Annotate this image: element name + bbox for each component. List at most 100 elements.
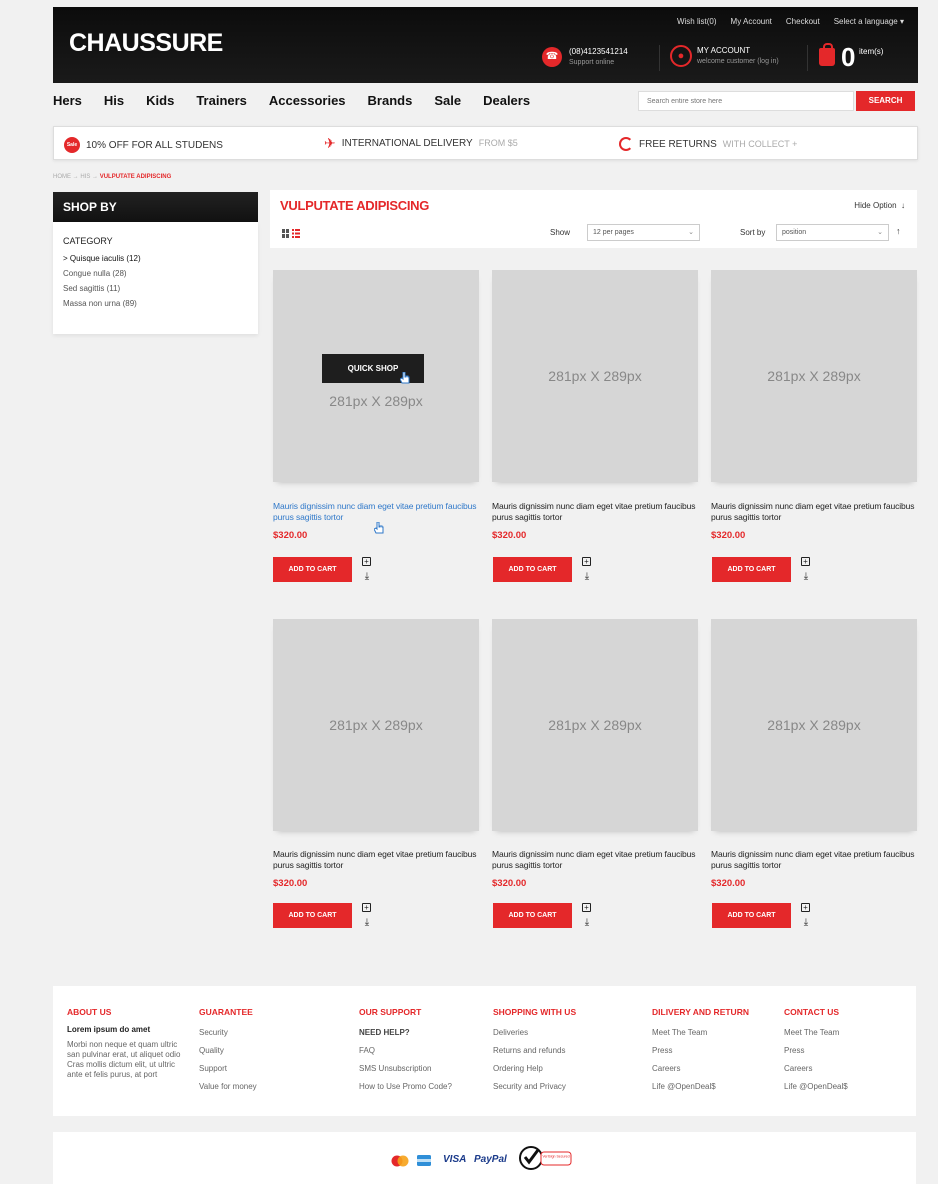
breadcrumb-sep: → bbox=[72, 174, 79, 180]
shopping-bag-icon[interactable] bbox=[819, 43, 835, 66]
breadcrumb-home[interactable]: HOME bbox=[53, 174, 71, 180]
add-to-cart-button[interactable]: ADD TO CART bbox=[493, 903, 572, 928]
footer-link[interactable]: Meet The Team bbox=[652, 1024, 749, 1042]
sidebar-item-quisque[interactable]: > Quisque iaculis (12) bbox=[63, 251, 248, 266]
search-input[interactable] bbox=[638, 91, 854, 111]
wishlist-link[interactable]: Wish list(0) bbox=[677, 17, 717, 26]
promo-students: Sale 10% OFF FOR ALL STUDENS bbox=[64, 137, 223, 153]
sidebar-item-congue[interactable]: Congue nulla (28) bbox=[63, 266, 248, 281]
compare-icon[interactable]: + bbox=[801, 903, 810, 912]
footer-link[interactable]: Life @OpenDeal$ bbox=[784, 1078, 848, 1096]
sort-label: Sort by bbox=[740, 228, 766, 237]
nav-item-accessories[interactable]: Accessories bbox=[269, 93, 346, 108]
product-image[interactable]: 281px X 289px bbox=[711, 619, 917, 831]
download-icon[interactable]: ⤓ bbox=[582, 572, 592, 582]
footer-link[interactable]: Life @OpenDeal$ bbox=[652, 1078, 749, 1096]
footer-link[interactable]: Press bbox=[784, 1042, 848, 1060]
footer-link[interactable]: Press bbox=[652, 1042, 749, 1060]
download-icon[interactable]: ⤓ bbox=[582, 918, 592, 928]
product-price: $320.00 bbox=[273, 878, 308, 889]
footer-link[interactable]: How to Use Promo Code? bbox=[359, 1078, 452, 1096]
show-label: Show bbox=[550, 228, 571, 237]
account-icon[interactable]: ● bbox=[670, 45, 692, 67]
product-name[interactable]: Mauris dignissim nunc diam eget vitae pr… bbox=[711, 849, 917, 871]
footer-link[interactable]: Value for money bbox=[199, 1078, 257, 1096]
product-name[interactable]: Mauris dignissim nunc diam eget vitae pr… bbox=[273, 501, 479, 523]
compare-icon[interactable]: + bbox=[362, 557, 371, 566]
footer-link[interactable]: Returns and refunds bbox=[493, 1042, 576, 1060]
product-image[interactable]: 281px X 289px bbox=[273, 619, 479, 831]
image-placeholder-text: 281px X 289px bbox=[329, 393, 423, 409]
footer-delivery: DILIVERY AND RETURN Meet The Team Press … bbox=[652, 1006, 749, 1096]
hide-option-button[interactable]: Hide Option ↓ bbox=[854, 201, 905, 210]
sort-direction-icon[interactable]: ↑ bbox=[896, 226, 901, 236]
sidebar-item-sed[interactable]: Sed sagittis (11) bbox=[63, 281, 248, 296]
language-select[interactable]: Select a language ▾ bbox=[834, 17, 904, 26]
image-placeholder-text: 281px X 289px bbox=[329, 717, 423, 733]
footer-link[interactable]: Meet The Team bbox=[784, 1024, 848, 1042]
account-info[interactable]: MY ACCOUNT welcome customer (log in) bbox=[697, 45, 779, 67]
verisign-badge-icon: VeriSign Secured bbox=[519, 1146, 572, 1170]
compare-icon[interactable]: + bbox=[582, 903, 591, 912]
footer-link[interactable]: Deliveries bbox=[493, 1024, 576, 1042]
product-name[interactable]: Mauris dignissim nunc diam eget vitae pr… bbox=[711, 501, 917, 523]
sidebar-item-massa[interactable]: Massa non urna (89) bbox=[63, 296, 248, 311]
top-links: Wish list(0) My Account Checkout Select … bbox=[677, 17, 904, 26]
add-to-cart-button[interactable]: ADD TO CART bbox=[273, 903, 352, 928]
footer-need-help: NEED HELP? bbox=[359, 1028, 410, 1037]
product-name[interactable]: Mauris dignissim nunc diam eget vitae pr… bbox=[273, 849, 479, 871]
compare-icon[interactable]: + bbox=[582, 557, 591, 566]
footer-about-bold: Lorem ipsum do amet bbox=[67, 1025, 151, 1034]
footer-link[interactable]: SMS Unsubscription bbox=[359, 1060, 452, 1078]
footer-link[interactable]: Security and Privacy bbox=[493, 1078, 576, 1096]
add-to-cart-button[interactable]: ADD TO CART bbox=[712, 557, 791, 582]
per-page-value: 12 per pages bbox=[593, 229, 634, 236]
footer-link[interactable]: Careers bbox=[652, 1060, 749, 1078]
product-name[interactable]: Mauris dignissim nunc diam eget vitae pr… bbox=[492, 501, 698, 523]
footer-link[interactable]: Ordering Help bbox=[493, 1060, 576, 1078]
view-mode-icon[interactable] bbox=[282, 229, 300, 238]
nav-item-trainers[interactable]: Trainers bbox=[196, 93, 247, 108]
airplane-icon: ✈ bbox=[324, 135, 336, 151]
checkout-link[interactable]: Checkout bbox=[786, 17, 820, 26]
logo[interactable]: CHAUSSURE bbox=[69, 29, 223, 58]
phone-icon: ☎ bbox=[542, 47, 562, 67]
my-account-link[interactable]: My Account bbox=[731, 17, 772, 26]
nav-item-dealers[interactable]: Dealers bbox=[483, 93, 530, 108]
product-image[interactable]: 281px X 289px bbox=[711, 270, 917, 482]
nav-item-his[interactable]: His bbox=[104, 93, 124, 108]
compare-icon[interactable]: + bbox=[801, 557, 810, 566]
footer-link[interactable]: Security bbox=[199, 1024, 257, 1042]
add-to-cart-button[interactable]: ADD TO CART bbox=[493, 557, 572, 582]
amex-card-icon bbox=[417, 1155, 431, 1166]
footer-link[interactable]: Quality bbox=[199, 1042, 257, 1060]
mastercard-icon bbox=[391, 1155, 409, 1167]
breadcrumb-his[interactable]: HIS bbox=[80, 174, 90, 180]
nav-item-hers[interactable]: Hers bbox=[53, 93, 82, 108]
compare-icon[interactable]: + bbox=[362, 903, 371, 912]
footer-heading: SHOPPING WITH US bbox=[493, 1007, 577, 1017]
nav-item-brands[interactable]: Brands bbox=[368, 93, 413, 108]
nav-item-kids[interactable]: Kids bbox=[146, 93, 174, 108]
add-to-cart-button[interactable]: ADD TO CART bbox=[273, 557, 352, 582]
phone-info: (08)4123541214 Support online bbox=[569, 46, 628, 68]
footer-link[interactable]: Support bbox=[199, 1060, 257, 1078]
sort-select[interactable]: position ⌄ bbox=[776, 224, 889, 241]
per-page-select[interactable]: 12 per pages ⌄ bbox=[587, 224, 700, 241]
cart-count[interactable]: 0 bbox=[841, 42, 855, 73]
download-icon[interactable]: ⤓ bbox=[362, 572, 372, 582]
footer-link[interactable]: Careers bbox=[784, 1060, 848, 1078]
product-image[interactable]: 281px X 289px bbox=[492, 270, 698, 482]
download-icon[interactable]: ⤓ bbox=[362, 918, 372, 928]
sale-badge-icon: Sale bbox=[64, 137, 80, 153]
promo-returns: FREE RETURNS WITH COLLECT + bbox=[619, 137, 797, 151]
product-image[interactable]: 281px X 289px bbox=[492, 619, 698, 831]
product-name[interactable]: Mauris dignissim nunc diam eget vitae pr… bbox=[492, 849, 698, 871]
download-icon[interactable]: ⤓ bbox=[801, 918, 811, 928]
chevron-down-icon: ⌄ bbox=[688, 229, 694, 236]
footer-link[interactable]: FAQ bbox=[359, 1042, 452, 1060]
add-to-cart-button[interactable]: ADD TO CART bbox=[712, 903, 791, 928]
search-button[interactable]: SEARCH bbox=[856, 91, 915, 111]
download-icon[interactable]: ⤓ bbox=[801, 572, 811, 582]
nav-item-sale[interactable]: Sale bbox=[434, 93, 461, 108]
